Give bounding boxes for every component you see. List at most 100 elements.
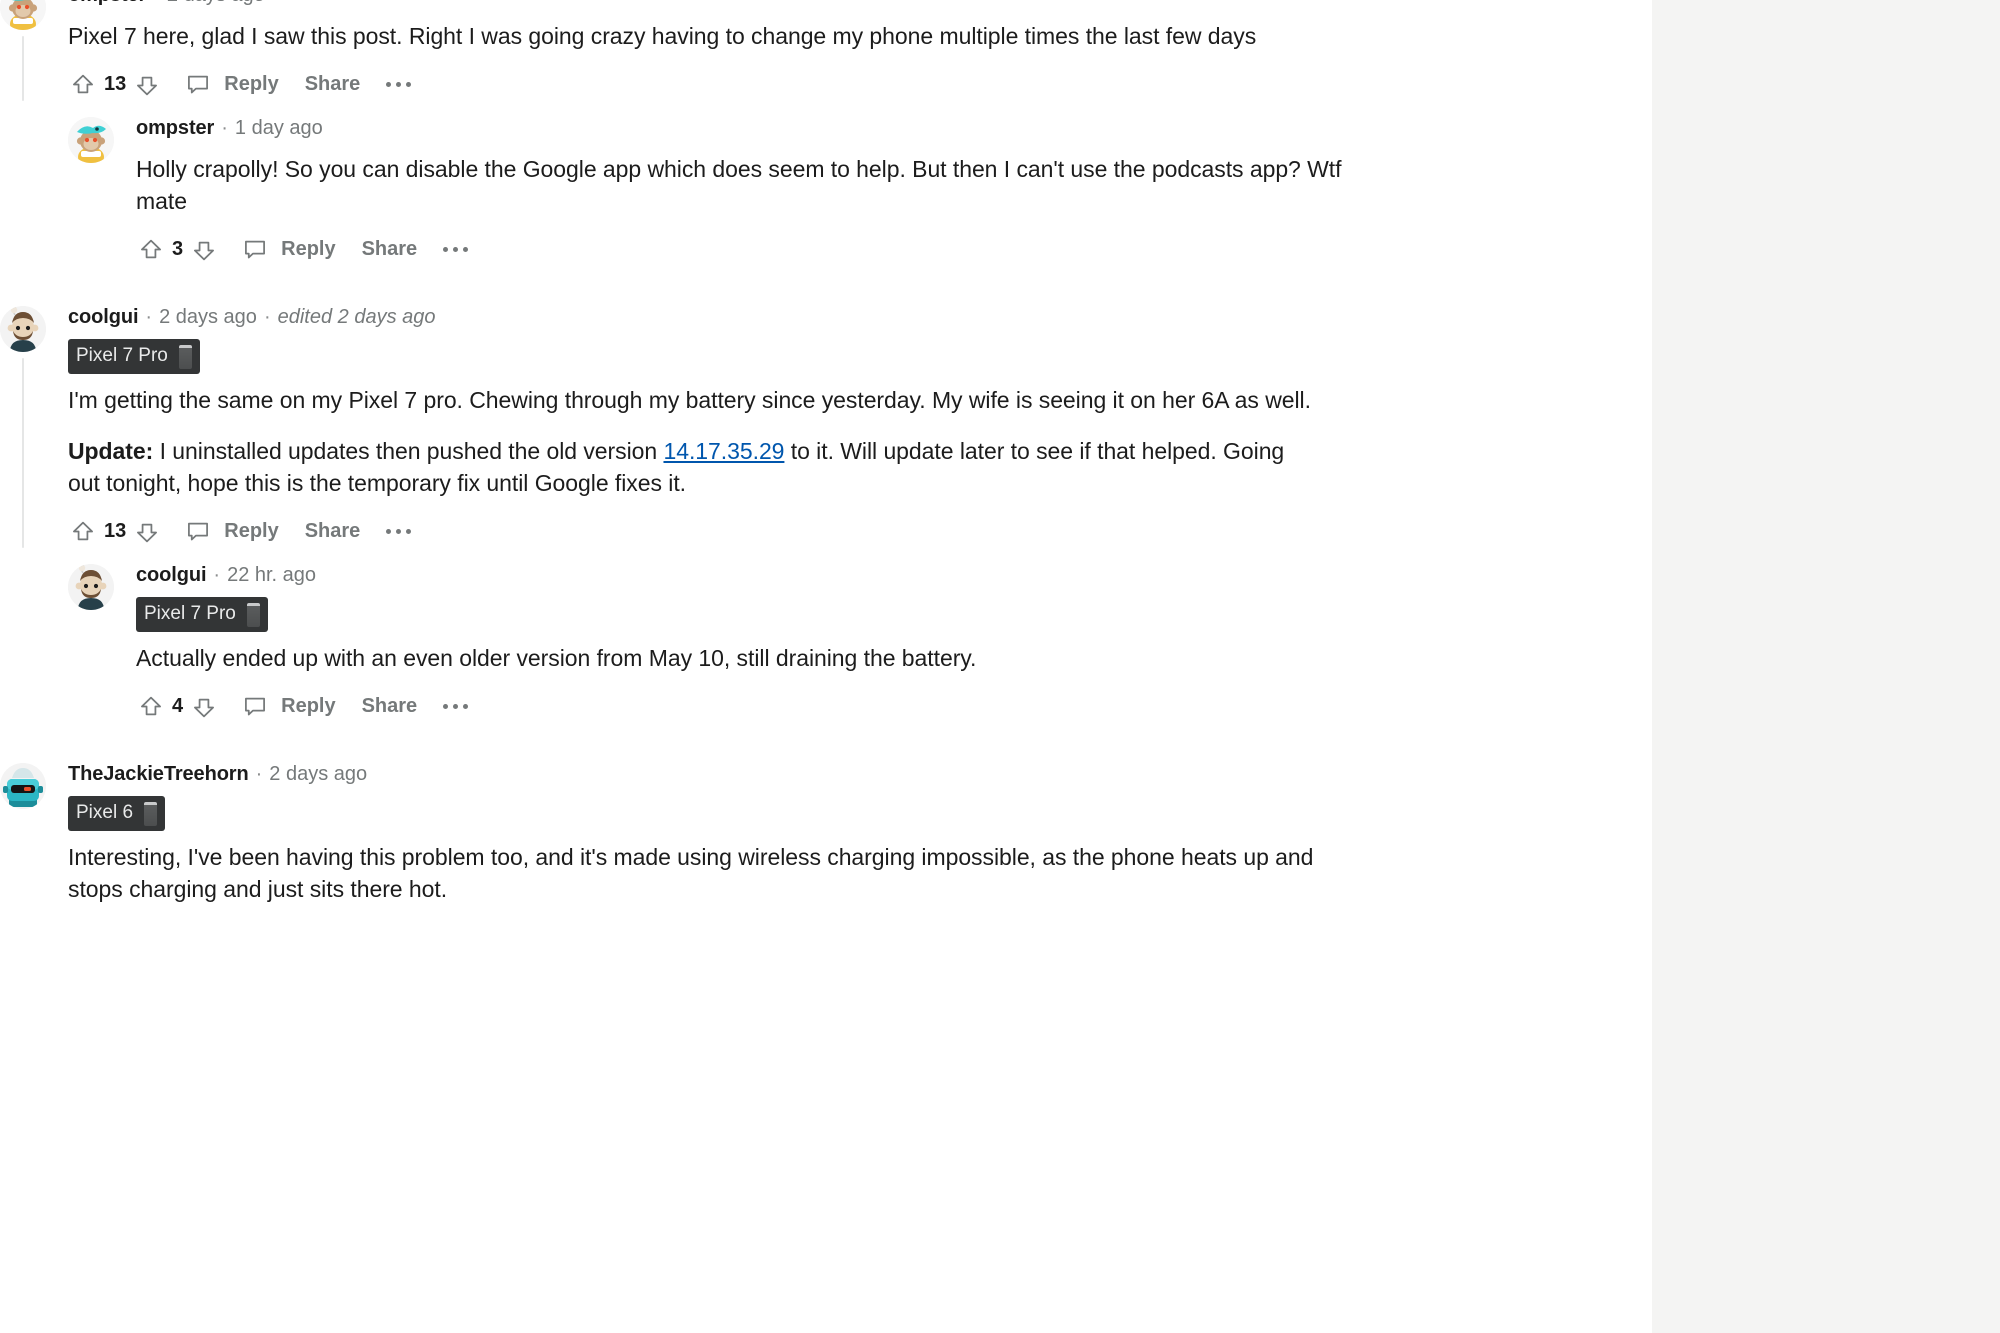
comment-author[interactable]: TheJackieTreehorn <box>68 763 249 786</box>
comment-header: ompster · 2 days ago <box>68 0 1652 10</box>
comment-author[interactable]: coolgui <box>68 306 139 329</box>
more-options-ellipsis-icon[interactable] <box>386 517 412 547</box>
comment-replies: coolgui · 22 hr. ago Pixel 7 Pro Actuall… <box>68 563 1652 731</box>
comment-timestamp: 2 days ago <box>167 0 265 7</box>
page-root: ompster · 2 days ago Pixel 7 here, glad … <box>0 0 2000 1333</box>
vote-group: 13 <box>68 70 162 100</box>
comment-body: ompster · 1 day ago Holly crapolly! So y… <box>136 117 1652 274</box>
reply-button[interactable]: Reply <box>224 73 278 96</box>
comment-row: TheJackieTreehorn · 2 days ago Pixel 6 I… <box>0 762 1652 962</box>
upvote-arrow-icon[interactable] <box>68 70 98 100</box>
header-separator: · <box>255 762 263 785</box>
comment-author[interactable]: ompster <box>136 117 214 140</box>
user-flair-label: Pixel 7 Pro <box>144 603 236 625</box>
comment-bubble-icon[interactable] <box>239 691 271 723</box>
comment-author[interactable]: coolgui <box>136 564 207 587</box>
vote-group: 13 <box>68 517 162 547</box>
comment-paragraph: Holly crapolly! So you can disable the G… <box>136 155 1342 215</box>
upvote-arrow-icon[interactable] <box>68 517 98 547</box>
comment-body: TheJackieTreehorn · 2 days ago Pixel 6 I… <box>68 763 1652 962</box>
user-flair[interactable]: Pixel 7 Pro <box>68 338 200 374</box>
thread-line[interactable] <box>22 36 24 101</box>
thread-line[interactable] <box>22 357 24 548</box>
upvote-arrow-icon[interactable] <box>136 692 166 722</box>
comment-c1r1: ompster · 1 day ago Holly crapolly! So y… <box>68 116 1652 274</box>
comment-actions: 13 Reply Share <box>68 510 1652 554</box>
reply-button[interactable]: Reply <box>281 695 335 718</box>
comment-bubble-icon[interactable] <box>239 234 271 266</box>
comment-spacer <box>0 731 1652 755</box>
comment-actions: 4 Reply Share <box>136 685 1652 729</box>
more-options-ellipsis-icon[interactable] <box>443 235 469 265</box>
user-flair[interactable]: Pixel 7 Pro <box>136 596 268 632</box>
version-link[interactable]: 14.17.35.29 <box>663 438 784 464</box>
vote-count: 4 <box>172 695 184 718</box>
flair-wrap: Pixel 6 <box>68 789 1652 831</box>
comment-c1: ompster · 2 days ago Pixel 7 here, glad … <box>0 0 1652 274</box>
comment-row: ompster · 2 days ago Pixel 7 here, glad … <box>0 0 1652 109</box>
comment-row: coolgui · 2 days ago · edited 2 days ago… <box>0 305 1652 556</box>
upvote-arrow-icon[interactable] <box>136 235 166 265</box>
comment-timestamp: 22 hr. ago <box>227 563 317 586</box>
vote-count: 13 <box>104 73 127 96</box>
share-button[interactable]: Share <box>362 238 418 261</box>
comment-timestamp: 1 day ago <box>234 116 323 139</box>
phone-emoji-icon <box>178 344 192 369</box>
share-button[interactable]: Share <box>305 520 361 543</box>
reply-button[interactable]: Reply <box>224 520 278 543</box>
comment-row: coolgui · 22 hr. ago Pixel 7 Pro Actuall… <box>68 563 1652 731</box>
comment-edited-label: edited 2 days ago <box>277 305 436 328</box>
header-separator: · <box>145 305 153 328</box>
share-button[interactable]: Share <box>305 73 361 96</box>
comment-body: ompster · 2 days ago Pixel 7 here, glad … <box>68 0 1652 109</box>
share-button[interactable]: Share <box>362 695 418 718</box>
downvote-arrow-icon[interactable] <box>132 517 162 547</box>
avatar-coolgui[interactable] <box>68 563 114 610</box>
comment-paragraph: Update: I uninstalled updates then pushe… <box>68 437 1285 497</box>
flair-wrap: Pixel 7 Pro <box>136 590 1652 632</box>
header-separator-edited: · <box>263 305 271 328</box>
comment-spacer <box>0 274 1652 298</box>
more-options-ellipsis-icon[interactable] <box>386 70 412 100</box>
comment-text-block: Actually ended up with an even older ver… <box>136 642 1652 675</box>
comment-timestamp: 2 days ago <box>269 762 368 785</box>
flair-wrap: Pixel 7 Pro <box>68 332 1652 374</box>
comment-bubble-icon[interactable] <box>182 69 214 101</box>
comment-author[interactable]: ompster <box>68 0 146 7</box>
vote-count: 3 <box>172 238 184 261</box>
comment-text-block: Interesting, I've been having this probl… <box>68 841 1652 906</box>
avatar-thejackietreehorn[interactable] <box>0 762 46 809</box>
user-flair[interactable]: Pixel 6 <box>68 795 166 831</box>
comment-c3: TheJackieTreehorn · 2 days ago Pixel 6 I… <box>0 762 1652 962</box>
downvote-arrow-icon[interactable] <box>189 692 219 722</box>
phone-emoji-icon <box>144 801 158 826</box>
downvote-arrow-icon[interactable] <box>132 70 162 100</box>
header-separator: · <box>213 563 221 586</box>
vote-count: 13 <box>104 520 127 543</box>
comment-actions: 13 Reply Share <box>68 63 1652 107</box>
downvote-arrow-icon[interactable] <box>189 235 219 265</box>
update-prefix: Update: <box>68 437 154 464</box>
comment-text-block: I'm getting the same on my Pixel 7 pro. … <box>68 384 1652 500</box>
header-separator: · <box>153 0 160 7</box>
comment-body: coolgui · 2 days ago · edited 2 days ago… <box>68 306 1652 556</box>
comment-replies: ompster · 1 day ago Holly crapolly! So y… <box>68 116 1652 274</box>
more-options-ellipsis-icon[interactable] <box>443 692 469 722</box>
comment-paragraph: Interesting, I've been having this probl… <box>68 843 1314 903</box>
comment-text-block: Pixel 7 here, glad I saw this post. Righ… <box>68 20 1652 53</box>
avatar-ompster[interactable] <box>68 116 114 163</box>
avatar-coolgui[interactable] <box>0 305 46 352</box>
reply-button[interactable]: Reply <box>281 238 335 261</box>
comment-header: ompster · 1 day ago <box>136 117 1652 143</box>
comment-text-block: Holly crapolly! So you can disable the G… <box>136 153 1652 218</box>
header-separator: · <box>221 116 228 139</box>
comment-header: coolgui · 22 hr. ago <box>136 564 1652 590</box>
phone-emoji-icon <box>246 602 260 627</box>
user-flair-label: Pixel 7 Pro <box>76 345 168 367</box>
comment-thread: ompster · 2 days ago Pixel 7 here, glad … <box>0 0 1652 962</box>
avatar-ompster-clipped[interactable] <box>0 0 46 30</box>
comment-c2r1: coolgui · 22 hr. ago Pixel 7 Pro Actuall… <box>68 563 1652 731</box>
comment-bubble-icon[interactable] <box>182 516 214 548</box>
comments-content-column: ompster · 2 days ago Pixel 7 here, glad … <box>0 0 1652 1333</box>
comment-c2: coolgui · 2 days ago · edited 2 days ago… <box>0 305 1652 731</box>
